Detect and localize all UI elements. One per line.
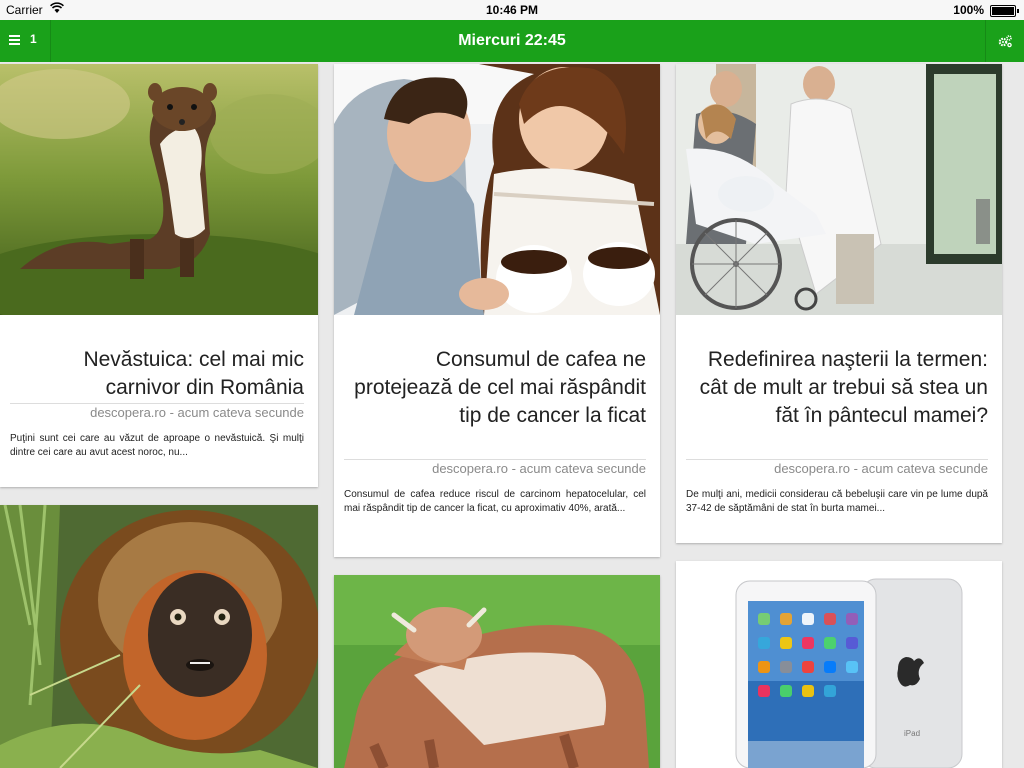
article-image [334,64,660,315]
settings-button[interactable] [985,20,1024,62]
article-card[interactable]: Redefinirea naşterii la termen: cât de m… [676,64,1002,543]
article-title: Redefinirea naşterii la termen: cât de m… [699,348,988,427]
article-image [0,64,318,315]
monkey-photo [0,505,318,768]
article-card[interactable] [334,575,660,768]
article-excerpt: De mulţi ani, medicii considerau că bebe… [686,489,988,514]
article-excerpt: Consumul de cafea reduce riscul de carci… [344,489,646,514]
gears-icon [998,35,1012,48]
svg-text:iPad: iPad [904,729,920,738]
article-image: iPad [676,561,1002,768]
article-image [676,64,1002,315]
article-source: descopera.ro - acum cateva secunde [774,461,988,476]
calf-photo [334,575,660,768]
status-bar: Carrier 10:46 PM 100% [0,0,1024,20]
page-title: Miercuri 22:45 [458,32,566,49]
stoat-photo [0,64,318,315]
couple-coffee-photo [334,64,660,315]
status-time: 10:46 PM [485,3,539,17]
article-title: Nevăstuica: cel mai mic carnivor din Rom… [83,348,304,399]
article-image [0,505,318,768]
ipad-photo: iPad [676,561,1002,768]
article-excerpt: Puţini sunt cei care au văzut de aproape… [10,433,304,458]
article-source: descopera.ro - acum cateva secunde [432,461,646,476]
top-nav-bar: 1 Miercuri 22:45 [0,20,1024,62]
article-card[interactable] [0,505,318,768]
divider [686,459,988,460]
pregnant-wheelchair-photo [676,64,1002,315]
divider [10,403,304,404]
article-card[interactable]: Nevăstuica: cel mai mic carnivor din Rom… [0,64,318,487]
article-card[interactable]: iPad [676,561,1002,768]
battery-icon [990,5,1019,17]
article-image [334,575,660,768]
article-title: Consumul de cafea ne protejează de cel m… [354,348,646,427]
divider [344,459,646,460]
battery-percent: 100% [953,3,984,17]
article-source: descopera.ro - acum cateva secunde [90,405,304,420]
article-card[interactable]: Consumul de cafea ne protejează de cel m… [334,64,660,557]
